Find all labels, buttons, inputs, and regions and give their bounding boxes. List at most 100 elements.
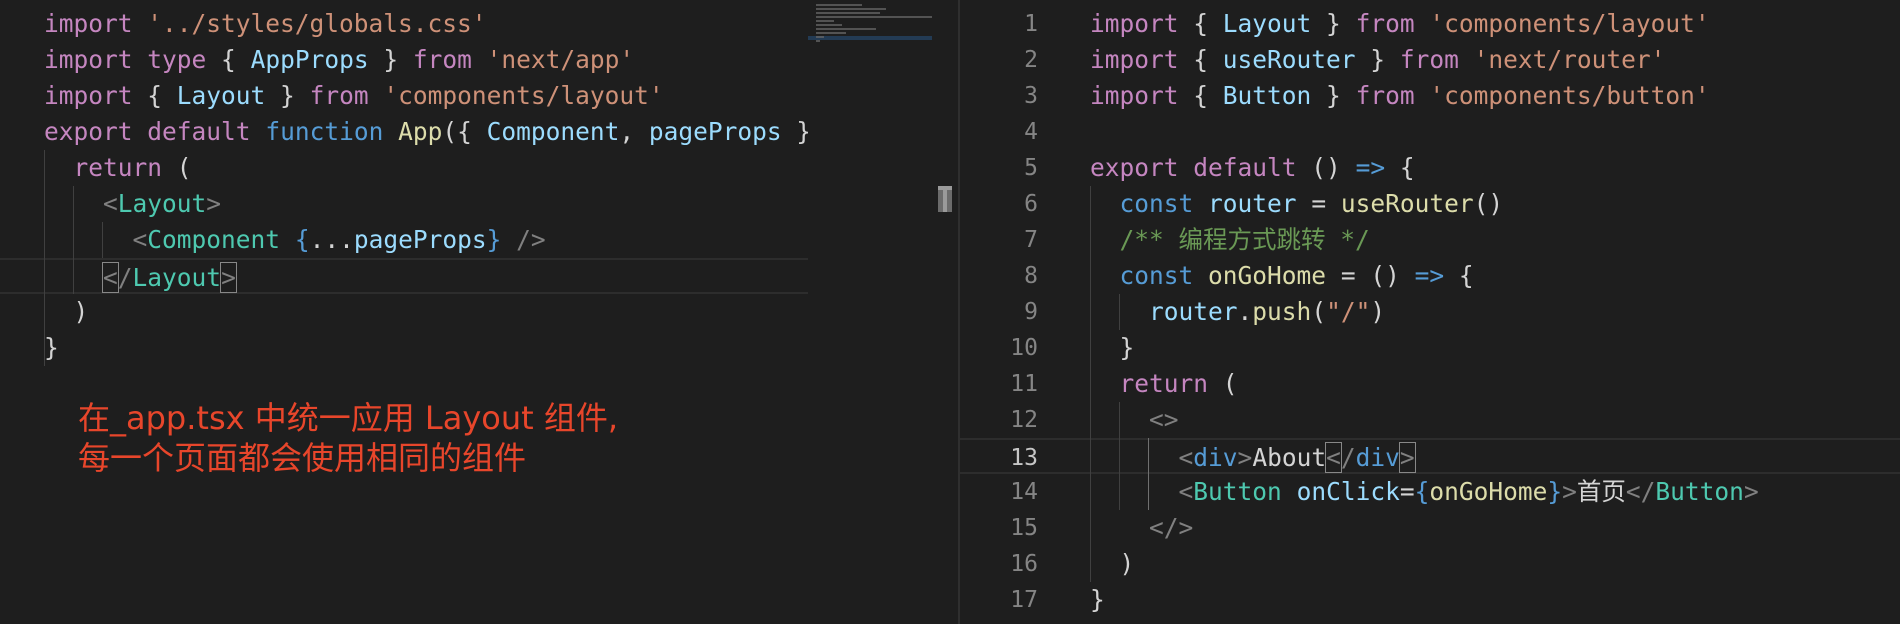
code-token: }: [486, 225, 502, 254]
code-token: 首页: [1576, 477, 1626, 506]
code-line[interactable]: 16 ): [960, 546, 1900, 582]
code-token: onClick: [1296, 477, 1400, 506]
minimap[interactable]: [808, 0, 932, 624]
code-token: <: [1325, 442, 1342, 473]
code-line[interactable]: 1 import { Layout } from 'components/layo…: [960, 6, 1900, 42]
code-line[interactable]: 15 </>: [960, 510, 1900, 546]
code-line[interactable]: 3 import { Button } from 'components/butt…: [960, 78, 1900, 114]
code-line[interactable]: return (: [0, 150, 808, 186]
code-token: =: [1296, 189, 1341, 218]
code-token: }: [1547, 477, 1563, 506]
code-token: Layout: [1222, 9, 1312, 38]
indent-guide: [1119, 294, 1120, 330]
code-line[interactable]: 10 }: [960, 330, 1900, 366]
code-token: }: [1090, 585, 1105, 614]
indent-guide: [1090, 186, 1091, 582]
code-token: div: [1193, 443, 1238, 472]
code-line[interactable]: import '../styles/globals.css': [0, 6, 808, 42]
code-token: pageProps: [648, 117, 782, 146]
code-line[interactable]: 11 return (: [960, 366, 1900, 402]
code-token: "/": [1326, 297, 1371, 326]
code-token: }: [368, 45, 413, 74]
code-token: AppProps: [250, 45, 369, 74]
left-code-editor[interactable]: import '../styles/globals.css' import typ…: [0, 0, 808, 624]
code-token: {: [1178, 9, 1223, 38]
code-line[interactable]: </Layout>: [0, 258, 808, 294]
indent-guide: [102, 222, 103, 258]
code-line[interactable]: 12 <>: [960, 402, 1900, 438]
minimap-viewport-highlight: [808, 36, 932, 40]
code-token: /: [117, 263, 133, 292]
line-number: 4: [1024, 119, 1038, 145]
code-token: 'components/layout': [383, 81, 664, 110]
code-token: >: [1562, 477, 1577, 506]
code-token: (: [1311, 297, 1327, 326]
code-token: >: [1398, 442, 1416, 473]
code-token: push: [1252, 297, 1312, 326]
line-number: 10: [1010, 335, 1038, 361]
code-line[interactable]: }: [0, 330, 808, 366]
indent-guide: [73, 186, 74, 294]
code-token: />: [501, 225, 546, 254]
code-line[interactable]: 7 /** 编程方式跳转 */: [960, 222, 1900, 258]
annotation-text: 在_app.tsx 中统一应用 Layout 组件, 每一个页面都会使用相同的组…: [78, 398, 618, 478]
minimap-line: [816, 12, 880, 14]
code-token: }: [1311, 9, 1356, 38]
line-number: 3: [1024, 83, 1038, 109]
code-line[interactable]: 5 export default () => {: [960, 150, 1900, 186]
code-line[interactable]: <Layout>: [0, 186, 808, 222]
indent-guide: [1119, 402, 1120, 510]
code-line[interactable]: 14 <Button onClick={onGoHome}>首页</Button…: [960, 474, 1900, 510]
code-token: =>: [1414, 261, 1445, 290]
code-token: 'next/app': [486, 45, 635, 74]
code-line[interactable]: import { Layout } from 'components/layou…: [0, 78, 808, 114]
editor-scrollbar[interactable]: [932, 0, 958, 624]
right-code-editor[interactable]: 1 import { Layout } from 'components/layo…: [960, 0, 1900, 624]
code-token: router: [1149, 297, 1238, 326]
code-token: (): [1473, 189, 1504, 218]
code-token: ,: [619, 117, 649, 146]
code-token: (: [1208, 369, 1238, 398]
code-token: }:: [782, 117, 808, 146]
code-line[interactable]: 2 import { useRouter } from 'next/router': [960, 42, 1900, 78]
code-line[interactable]: 6 const router = useRouter(): [960, 186, 1900, 222]
indent-guide: [1148, 438, 1149, 510]
code-token: useRouter: [1340, 189, 1474, 218]
code-token: >: [220, 262, 237, 293]
code-token: const: [1119, 261, 1194, 290]
code-line[interactable]: import type { AppProps } from 'next/app': [0, 42, 808, 78]
code-token: pageProps: [353, 225, 487, 254]
line-number: 1: [1024, 11, 1038, 37]
code-line[interactable]: export default function App({ Component,…: [0, 114, 808, 150]
code-token: <: [102, 262, 119, 293]
scrollbar-position-marker[interactable]: [938, 186, 952, 212]
code-token: ...: [309, 225, 354, 254]
code-line[interactable]: 17}: [960, 582, 1900, 618]
code-token: >: [206, 189, 222, 218]
code-token: import: [1090, 9, 1179, 38]
code-line[interactable]: 13 <div>About</div>: [960, 438, 1900, 474]
code-token: {: [294, 225, 310, 254]
code-line[interactable]: 9 router.push("/"): [960, 294, 1900, 330]
code-token: <: [132, 225, 148, 254]
line-number: 12: [1010, 407, 1038, 433]
code-token: ): [1090, 549, 1135, 578]
code-token: ({: [442, 117, 487, 146]
code-line[interactable]: 4: [960, 114, 1900, 150]
code-token: onGoHome: [1429, 477, 1548, 506]
minimap-line: [816, 16, 932, 18]
code-line[interactable]: 8 const onGoHome = () => {: [960, 258, 1900, 294]
code-line[interactable]: <Component {...pageProps} />: [0, 222, 808, 258]
code-token: return: [1119, 369, 1209, 398]
code-token: </>: [1149, 513, 1194, 542]
code-line[interactable]: ): [0, 294, 808, 330]
code-token: =: [1399, 477, 1415, 506]
code-token: App: [398, 117, 443, 146]
